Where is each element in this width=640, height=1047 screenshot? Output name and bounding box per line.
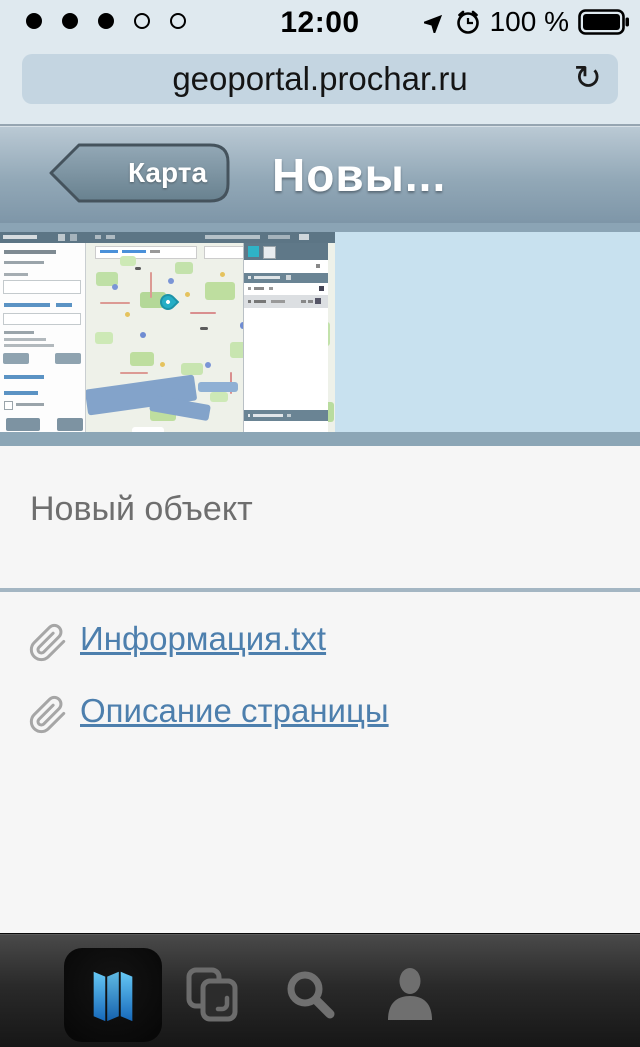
- map-screenshot-thumbnail[interactable]: [0, 232, 335, 432]
- alarm-clock-icon: [455, 9, 481, 35]
- attachment-row: Информация.txt: [0, 618, 640, 670]
- thumbnail-layers-panel: [243, 243, 328, 432]
- section-band: [0, 432, 640, 446]
- tab-map[interactable]: [64, 948, 162, 1042]
- address-text: geoportal.prochar.ru: [22, 54, 618, 104]
- map-icon: [85, 966, 141, 1024]
- back-button-label[interactable]: Карта: [128, 157, 207, 189]
- location-arrow-icon: [424, 11, 446, 33]
- nav-header-band: [0, 223, 640, 232]
- profile-icon: [384, 968, 436, 1022]
- pages-icon: [184, 966, 240, 1024]
- paperclip-icon: [28, 692, 68, 738]
- browser-chrome: 12:00 100 % geoportal.prochar.ru ↻: [0, 0, 640, 126]
- thumbnail-toolbar: [0, 232, 335, 243]
- search-icon: [285, 969, 337, 1021]
- battery-percent: 100 %: [490, 6, 569, 38]
- attachment-link-description[interactable]: Описание страницы: [80, 692, 389, 730]
- page-content: Новый объект Информация.txt Описание стр…: [0, 446, 640, 933]
- address-bar[interactable]: geoportal.prochar.ru ↻: [22, 54, 618, 104]
- iphone-screen: 12:00 100 % geoportal.prochar.ru ↻: [0, 0, 640, 1047]
- tab-search[interactable]: [262, 948, 360, 1042]
- tab-profile[interactable]: [361, 948, 459, 1042]
- media-strip: [0, 232, 640, 432]
- tab-pages[interactable]: [163, 948, 261, 1042]
- thumbnail-form-panel: [0, 243, 86, 432]
- attachment-row: Описание страницы: [0, 690, 640, 742]
- battery-icon: [578, 9, 630, 35]
- paperclip-icon: [28, 620, 68, 666]
- attachment-link-information[interactable]: Информация.txt: [80, 620, 326, 658]
- page-title: Новы...: [272, 148, 446, 202]
- reload-icon[interactable]: ↻: [574, 54, 603, 102]
- content-divider: [0, 588, 640, 592]
- tab-bar: [0, 933, 640, 1047]
- object-heading: Новый объект: [30, 490, 253, 529]
